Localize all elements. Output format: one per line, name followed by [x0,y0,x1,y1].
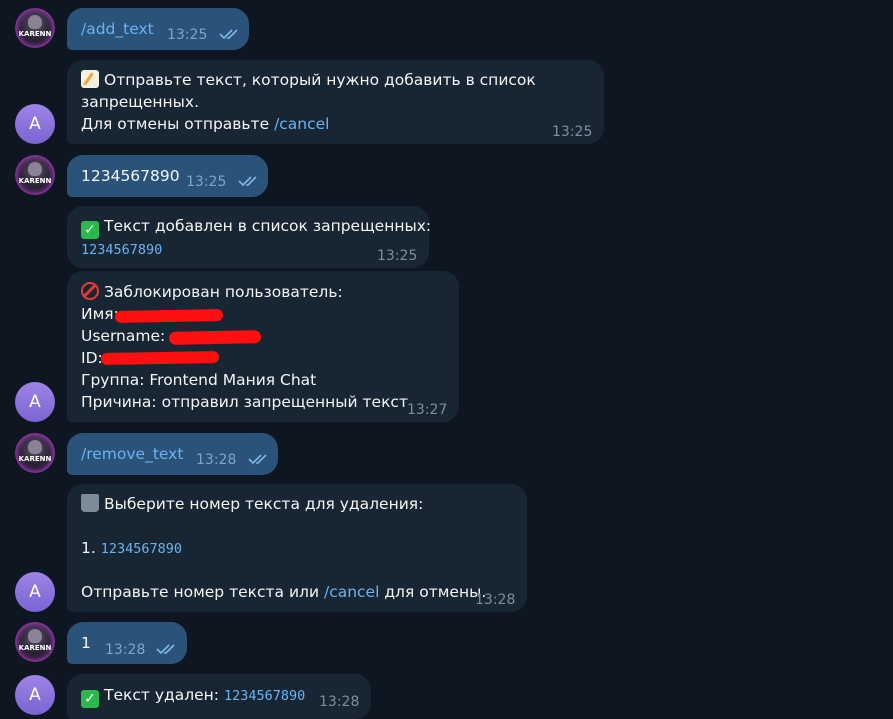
read-checkmarks-icon [248,454,267,465]
message-time: 13:28 [475,592,516,608]
message-time: 13:28 [319,694,360,710]
bot-avatar[interactable]: A [15,382,55,422]
message-text: Текст добавлен в список запрещенных: [104,217,432,235]
message-outgoing[interactable]: /add_text 13:25 [67,8,249,50]
command-link[interactable]: /add_text [81,18,154,40]
redaction-mark [100,350,220,366]
message-text: Текст удален: [104,686,224,704]
bot-avatar[interactable]: A [15,675,55,715]
message-text: Заблокирован пользователь: [104,283,343,301]
message-time: 13:25 [552,124,593,140]
user-avatar[interactable]: KARENN [15,8,55,48]
user-avatar[interactable]: KARENN [15,622,55,662]
message-text: запрещенных. [81,93,199,111]
wastebasket-icon [81,494,99,512]
message-time: 13:28 [196,452,237,468]
no-entry-icon [81,282,99,300]
redaction-mark [168,330,262,345]
message-incoming[interactable]: Отправьте текст, который нужно добавить … [67,60,604,144]
message-text: Отправьте номер текста или [81,583,324,601]
cancel-command-link[interactable]: /cancel [274,115,329,133]
message-outgoing[interactable]: 1234567890 13:25 [67,155,268,197]
group-text: Группа: Frontend Мания Chat [81,371,317,389]
code-text[interactable]: 1234567890 [81,239,162,261]
message-time: 13:28 [105,642,146,658]
message-text: Для отмены отправьте [81,115,275,133]
message-time: 13:25 [167,27,208,43]
message-outgoing[interactable]: /remove_text 13:28 [67,433,278,475]
code-text[interactable]: 1234567890 [101,541,182,557]
list-number: 1. [81,539,101,557]
message-text: для отмены. [379,583,487,601]
message-text: 1234567890 [81,167,180,185]
message-text: Отправьте текст, который нужно добавить … [104,71,536,89]
message-incoming[interactable]: ✓ Текст удален: 1234567890 13:28 [67,674,371,719]
command-link[interactable]: /remove_text [81,443,183,465]
read-checkmarks-icon [238,176,257,187]
username-label: Username: [81,327,166,345]
reason-text: Причина: отправил запрещенный текст [81,393,408,411]
user-avatar[interactable]: KARENN [15,155,55,195]
memo-icon [81,70,99,88]
check-mark-icon: ✓ [81,221,99,239]
message-time: 13:25 [186,174,227,190]
bot-avatar[interactable]: A [15,104,55,144]
name-label: Имя: [81,305,119,323]
check-mark-icon: ✓ [81,690,99,708]
message-outgoing[interactable]: 1 13:28 [67,622,187,664]
redaction-mark [114,309,224,323]
code-text[interactable]: 1234567890 [224,688,305,704]
message-text: 1 [81,634,91,652]
id-label: ID: [81,349,103,367]
bot-avatar[interactable]: A [15,572,55,612]
cancel-command-link[interactable]: /cancel [324,583,379,601]
message-incoming[interactable]: Заблокирован пользователь: Имя: Username… [67,271,459,422]
message-time: 13:25 [377,248,418,264]
read-checkmarks-icon [219,29,238,40]
message-incoming[interactable]: ✓ Текст добавлен в список запрещенных: 12… [67,206,432,268]
user-avatar[interactable]: KARENN [15,433,55,473]
message-time: 13:27 [407,402,448,418]
read-checkmarks-icon [156,644,175,655]
message-text: Выберите номер текста для удаления: [104,495,424,513]
message-incoming[interactable]: Выберите номер текста для удаления: 1. 1… [67,484,527,612]
